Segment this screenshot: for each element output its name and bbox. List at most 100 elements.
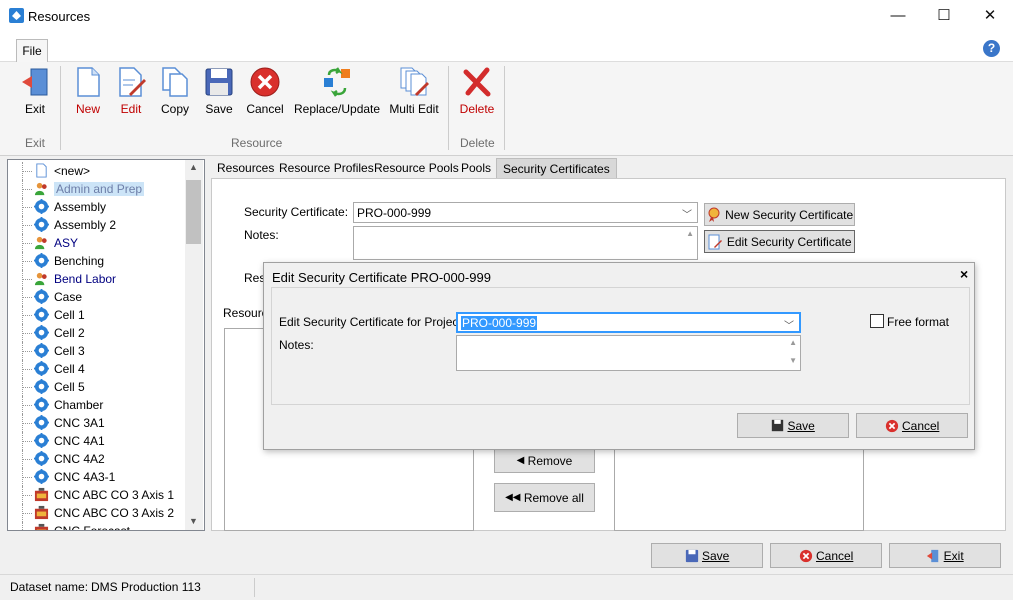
tree-item-label: Cell 4 bbox=[54, 362, 85, 376]
tree-item[interactable]: Cell 1 bbox=[8, 306, 186, 324]
tree-item[interactable]: Cell 4 bbox=[8, 360, 186, 378]
tree-item-label: Cell 5 bbox=[54, 380, 85, 394]
scroll-down-arrow[interactable]: ▼ bbox=[189, 516, 198, 526]
tree-item-label: CNC 4A2 bbox=[54, 452, 105, 466]
dialog-save-button[interactable]: Save bbox=[737, 413, 849, 438]
file-menu-tab[interactable]: File bbox=[16, 39, 48, 62]
tree-connector bbox=[22, 387, 32, 388]
gear-icon bbox=[34, 469, 49, 484]
security-certificate-select[interactable]: PRO-000-999 ﹀ bbox=[353, 202, 698, 223]
tree-item[interactable]: Benching bbox=[8, 252, 186, 270]
tree-item[interactable]: Cell 2 bbox=[8, 324, 186, 342]
resource-tree[interactable]: <new> Admin and Prep Assembly Assembly 2 ASY… bbox=[7, 159, 205, 531]
scroll-down-arrow[interactable]: ▼ bbox=[789, 356, 797, 365]
cancel-button[interactable]: Cancel bbox=[770, 543, 882, 568]
scroll-thumb[interactable] bbox=[186, 180, 201, 244]
dialog-notes-field[interactable]: ▲ ▼ bbox=[456, 335, 801, 371]
edit-document-icon bbox=[708, 234, 723, 250]
gear-icon bbox=[34, 415, 49, 430]
tree-connector bbox=[22, 351, 32, 352]
tab-pools[interactable]: Pools bbox=[455, 158, 497, 179]
project-label: Edit Security Certificate for Project: bbox=[279, 315, 466, 329]
minimize-button[interactable]: — bbox=[875, 0, 921, 32]
copy-icon bbox=[162, 67, 188, 97]
tree-item[interactable]: ASY bbox=[8, 234, 186, 252]
delete-ribbon-button[interactable]: Delete bbox=[457, 66, 497, 126]
tree-item[interactable]: Cell 5 bbox=[8, 378, 186, 396]
tree-item[interactable]: CNC 3A1 bbox=[8, 414, 186, 432]
tree-item[interactable]: Chamber bbox=[8, 396, 186, 414]
menu-bar bbox=[0, 32, 1013, 62]
free-format-checkbox[interactable] bbox=[870, 314, 884, 328]
multi-edit-ribbon-button[interactable]: Multi Edit bbox=[388, 66, 440, 126]
security-certificate-label: Security Certificate: bbox=[244, 205, 349, 219]
new-ribbon-button[interactable]: New bbox=[70, 66, 106, 126]
tree-item[interactable]: Bend Labor bbox=[8, 270, 186, 288]
gear-icon bbox=[34, 289, 49, 304]
people-icon bbox=[34, 271, 49, 286]
cancel-ribbon-button[interactable]: Cancel bbox=[245, 66, 285, 126]
copy-ribbon-button[interactable]: Copy bbox=[157, 66, 193, 126]
scroll-up-arrow[interactable]: ▲ bbox=[789, 338, 797, 347]
remove-all-button[interactable]: ◀◀ Remove all bbox=[494, 483, 595, 512]
tree-connector bbox=[22, 261, 32, 262]
scroll-up-arrow[interactable]: ▲ bbox=[686, 229, 694, 238]
gear-icon bbox=[34, 361, 49, 376]
tree-connector bbox=[22, 369, 32, 370]
tree-item[interactable]: CNC ABC CO 3 Axis 2 bbox=[8, 504, 186, 522]
tree-item[interactable]: CNC 4A3-1 bbox=[8, 468, 186, 486]
exit-ribbon-button[interactable]: Exit bbox=[16, 66, 54, 126]
project-select[interactable]: PRO-000-999 ﹀ bbox=[456, 312, 801, 333]
tree-item[interactable]: Assembly 2 bbox=[8, 216, 186, 234]
scroll-up-arrow[interactable]: ▲ bbox=[189, 162, 198, 172]
tree-connector bbox=[22, 477, 32, 478]
tab-security-certificates[interactable]: Security Certificates bbox=[496, 158, 617, 179]
dialog-cancel-button[interactable]: Cancel bbox=[856, 413, 968, 438]
award-ribbon-icon bbox=[708, 207, 720, 222]
tree-item-label: Cell 2 bbox=[54, 326, 85, 340]
tree-item-label: CNC ABC CO 3 Axis 1 bbox=[54, 488, 175, 502]
tree-connector bbox=[22, 243, 32, 244]
tree-connector bbox=[22, 522, 23, 530]
floppy-disk-icon bbox=[205, 68, 233, 96]
tree-item-label: Benching bbox=[54, 254, 105, 268]
arrow-left-icon: ◀ bbox=[516, 455, 525, 467]
tree-item-label: Case bbox=[54, 290, 83, 304]
tab-resources[interactable]: Resources bbox=[211, 158, 280, 179]
tree-connector bbox=[22, 297, 32, 298]
dataset-name-label: Dataset name: bbox=[10, 580, 89, 594]
tree-connector bbox=[22, 333, 32, 334]
notes-field[interactable]: ▲ bbox=[353, 226, 698, 260]
remove-button[interactable]: ◀ Remove bbox=[494, 447, 595, 473]
new-security-certificate-button[interactable]: New Security Certificate bbox=[704, 203, 855, 226]
dialog-notes-label: Notes: bbox=[279, 338, 314, 352]
exit-button[interactable]: Exit bbox=[889, 543, 1001, 568]
dialog-close-icon[interactable]: × bbox=[960, 266, 968, 282]
replace-update-ribbon-button[interactable]: Replace/Update bbox=[294, 66, 380, 126]
maximize-button[interactable]: ☐ bbox=[921, 0, 967, 32]
tree-connector bbox=[22, 459, 32, 460]
edit-security-certificate-button[interactable]: Edit Security Certificate bbox=[704, 230, 855, 253]
tree-item[interactable]: Cell 3 bbox=[8, 342, 186, 360]
tree-item[interactable]: CNC Forecast bbox=[8, 522, 186, 530]
tree-item[interactable]: CNC ABC CO 3 Axis 1 bbox=[8, 486, 186, 504]
tree-item-label: CNC ABC CO 3 Axis 2 bbox=[54, 506, 175, 520]
tree-connector bbox=[22, 423, 32, 424]
tree-item[interactable]: Admin and Prep bbox=[8, 180, 186, 198]
tab-resource-profiles[interactable]: Resource Profiles bbox=[273, 158, 380, 179]
save-ribbon-button[interactable]: Save bbox=[201, 66, 237, 126]
app-icon bbox=[9, 8, 24, 23]
tree-item[interactable]: Case bbox=[8, 288, 186, 306]
close-button[interactable]: ✕ bbox=[967, 0, 1013, 32]
tree-item-label: Bend Labor bbox=[54, 272, 117, 286]
tree-item[interactable]: CNC 4A1 bbox=[8, 432, 186, 450]
tab-resource-pools[interactable]: Resource Pools bbox=[368, 158, 465, 179]
tree-scrollbar[interactable]: ▲ ▼ bbox=[185, 160, 203, 530]
tree-item[interactable]: CNC 4A2 bbox=[8, 450, 186, 468]
edit-ribbon-button[interactable]: Edit bbox=[113, 66, 149, 126]
ribbon-separator bbox=[60, 66, 61, 150]
tree-item[interactable]: Assembly bbox=[8, 198, 186, 216]
save-button[interactable]: Save bbox=[651, 543, 763, 568]
tree-item[interactable]: <new> bbox=[8, 162, 186, 180]
help-icon[interactable]: ? bbox=[983, 40, 1000, 57]
